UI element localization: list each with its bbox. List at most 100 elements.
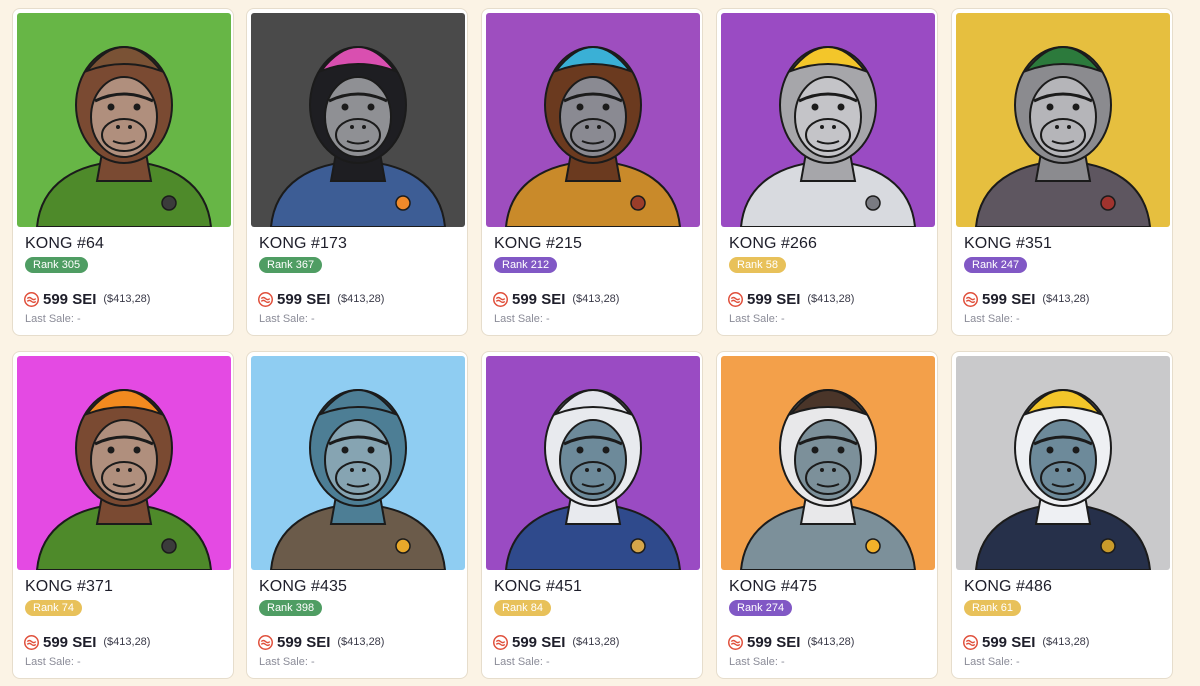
sei-token-icon <box>24 634 39 650</box>
nft-card[interactable]: KONG #351 Rank 247 599 SEI ($413,28) Last Sa… <box>951 8 1173 336</box>
price-usd: ($413,28) <box>1042 293 1090 305</box>
rank-badge: Rank 74 <box>25 600 82 616</box>
last-sale-value: - <box>1015 656 1020 668</box>
price-sei: 599 SEI <box>277 633 331 651</box>
last-sale: Last Sale: - <box>25 313 81 325</box>
nft-name: KONG #351 <box>964 235 1053 252</box>
price-sei: 599 SEI <box>982 633 1036 651</box>
rank-badge: Rank 398 <box>259 600 323 616</box>
last-sale: Last Sale: - <box>964 656 1020 668</box>
price-row: 599 SEI ($413,28) <box>728 290 854 308</box>
price-row: 599 SEI ($413,28) <box>963 633 1089 651</box>
last-sale: Last Sale: - <box>494 313 550 325</box>
sei-token-icon <box>258 634 273 650</box>
last-sale-value: - <box>76 656 81 668</box>
sei-token-icon <box>728 634 743 650</box>
nft-card[interactable]: KONG #451 Rank 84 599 SEI ($413,28) Last Sal… <box>481 351 703 679</box>
price-sei: 599 SEI <box>747 290 801 308</box>
sei-token-icon <box>493 291 508 307</box>
nft-card[interactable]: KONG #371 Rank 74 599 SEI ($413,28) Last Sal… <box>12 351 234 679</box>
nft-artwork-image <box>721 13 935 227</box>
rank-badge: Rank 61 <box>964 600 1021 616</box>
last-sale-label: Last Sale: <box>25 656 74 668</box>
nft-artwork[interactable] <box>721 13 935 227</box>
rank-badge: Rank 247 <box>964 257 1028 273</box>
last-sale-label: Last Sale: <box>494 656 543 668</box>
nft-artwork-image <box>486 13 700 227</box>
price-usd: ($413,28) <box>572 636 620 648</box>
last-sale-value: - <box>310 656 315 668</box>
nft-card[interactable]: KONG #64 Rank 305 599 SEI ($413,28) Last Sal… <box>12 8 234 336</box>
last-sale-label: Last Sale: <box>259 656 308 668</box>
last-sale-label: Last Sale: <box>259 313 308 325</box>
nft-card[interactable]: KONG #173 Rank 367 599 SEI ($413,28) Last Sa… <box>246 8 468 336</box>
last-sale: Last Sale: - <box>964 313 1020 325</box>
rank-badge: Rank 212 <box>494 257 558 273</box>
nft-artwork-image <box>721 356 935 570</box>
price-sei: 599 SEI <box>512 290 566 308</box>
sei-token-icon <box>258 291 273 307</box>
price-row: 599 SEI ($413,28) <box>493 290 619 308</box>
nft-artwork[interactable] <box>956 356 1170 570</box>
last-sale-value: - <box>545 656 550 668</box>
price-row: 599 SEI ($413,28) <box>258 290 384 308</box>
nft-artwork[interactable] <box>251 13 465 227</box>
nft-artwork[interactable] <box>956 13 1170 227</box>
last-sale-value: - <box>780 656 785 668</box>
price-usd: ($413,28) <box>337 636 385 648</box>
price-usd: ($413,28) <box>572 293 620 305</box>
nft-name: KONG #435 <box>259 578 348 595</box>
nft-artwork-image <box>251 356 465 570</box>
nft-card[interactable]: KONG #266 Rank 58 599 SEI ($413,28) Last Sal… <box>716 8 938 336</box>
nft-card[interactable]: KONG #435 Rank 398 599 SEI ($413,28) Last Sa… <box>246 351 468 679</box>
nft-name: KONG #215 <box>494 235 583 252</box>
rank-badge: Rank 84 <box>494 600 551 616</box>
price-row: 599 SEI ($413,28) <box>24 290 150 308</box>
nft-artwork-image <box>956 356 1170 570</box>
price-sei: 599 SEI <box>277 290 331 308</box>
nft-name: KONG #173 <box>259 235 348 252</box>
nft-artwork[interactable] <box>486 13 700 227</box>
nft-name: KONG #371 <box>25 578 114 595</box>
price-sei: 599 SEI <box>43 633 97 651</box>
nft-card[interactable]: KONG #486 Rank 61 599 SEI ($413,28) Last Sal… <box>951 351 1173 679</box>
nft-artwork-image <box>486 356 700 570</box>
price-row: 599 SEI ($413,28) <box>24 633 150 651</box>
nft-artwork[interactable] <box>486 356 700 570</box>
nft-card[interactable]: KONG #215 Rank 212 599 SEI ($413,28) Last Sa… <box>481 8 703 336</box>
sei-token-icon <box>963 291 978 307</box>
rank-badge: Rank 305 <box>25 257 89 273</box>
nft-artwork[interactable] <box>17 356 231 570</box>
rank-badge: Rank 58 <box>729 257 786 273</box>
price-usd: ($413,28) <box>337 293 385 305</box>
price-sei: 599 SEI <box>512 633 566 651</box>
last-sale-label: Last Sale: <box>964 656 1013 668</box>
sei-token-icon <box>728 291 743 307</box>
nft-artwork[interactable] <box>721 356 935 570</box>
last-sale: Last Sale: - <box>729 656 785 668</box>
last-sale-value: - <box>76 313 81 325</box>
last-sale-label: Last Sale: <box>494 313 543 325</box>
price-row: 599 SEI ($413,28) <box>728 633 854 651</box>
last-sale-value: - <box>545 313 550 325</box>
nft-artwork[interactable] <box>251 356 465 570</box>
last-sale: Last Sale: - <box>729 313 785 325</box>
nft-artwork[interactable] <box>17 13 231 227</box>
last-sale-label: Last Sale: <box>729 313 778 325</box>
rank-badge: Rank 274 <box>729 600 793 616</box>
nft-name: KONG #266 <box>729 235 818 252</box>
nft-name: KONG #475 <box>729 578 818 595</box>
price-row: 599 SEI ($413,28) <box>258 633 384 651</box>
nft-artwork-image <box>17 356 231 570</box>
price-sei: 599 SEI <box>747 633 801 651</box>
price-usd: ($413,28) <box>103 636 151 648</box>
nft-artwork-image <box>956 13 1170 227</box>
last-sale-value: - <box>1015 313 1020 325</box>
price-usd: ($413,28) <box>1042 636 1090 648</box>
last-sale-label: Last Sale: <box>964 313 1013 325</box>
last-sale: Last Sale: - <box>259 656 315 668</box>
nft-card[interactable]: KONG #475 Rank 274 599 SEI ($413,28) Last Sa… <box>716 351 938 679</box>
price-usd: ($413,28) <box>807 636 855 648</box>
price-usd: ($413,28) <box>807 293 855 305</box>
last-sale: Last Sale: - <box>259 313 315 325</box>
